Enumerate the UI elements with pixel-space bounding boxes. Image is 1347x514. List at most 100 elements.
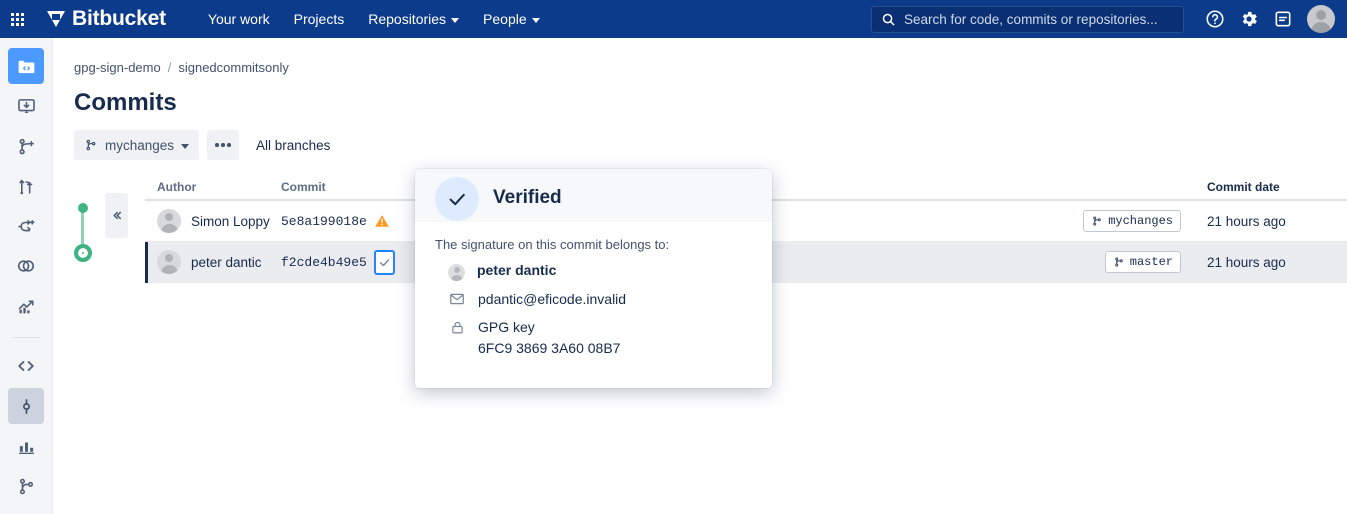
column-header-author: Author xyxy=(157,180,197,194)
page-title: Commits xyxy=(74,89,177,116)
sidebar-item-pull-request[interactable] xyxy=(8,168,44,204)
bitbucket-logo[interactable]: Bitbucket xyxy=(47,7,166,31)
sidebar-item-repository[interactable] xyxy=(8,48,44,84)
branch-icon xyxy=(86,139,96,151)
create-branch-icon xyxy=(19,138,34,154)
search-icon xyxy=(882,13,895,26)
bitbucket-bucket-icon xyxy=(47,11,65,27)
popup-email-row: pdantic@eficode.invalid xyxy=(435,289,752,309)
popup-title: Verified xyxy=(493,186,562,208)
verified-signature-popup: Verified The signature on this commit be… xyxy=(415,169,772,388)
branch-tag-label: mychanges xyxy=(1108,214,1173,228)
lock-icon xyxy=(448,318,466,336)
sidebar-item-source[interactable] xyxy=(8,348,44,384)
clone-icon xyxy=(17,98,35,113)
branch-tag[interactable]: master xyxy=(1104,251,1181,273)
main-content: gpg-sign-demo / signedcommitsonly Commit… xyxy=(53,38,1347,514)
avatar[interactable] xyxy=(1307,5,1335,33)
breadcrumb-repo[interactable]: signedcommitsonly xyxy=(178,60,289,75)
source-code-icon xyxy=(18,361,34,371)
gpg-key-label: GPG key xyxy=(478,319,535,336)
brand-name: Bitbucket xyxy=(72,7,166,30)
gpg-key-block: GPG key 6FC9 3869 3A60 08B7 xyxy=(478,317,620,358)
sidebar-item-clone[interactable] xyxy=(8,88,44,124)
cell-date: 21 hours ago xyxy=(1207,254,1286,270)
cell-commit: f2cde4b49e5 xyxy=(281,249,416,275)
repository-icon xyxy=(18,60,34,73)
check-icon xyxy=(449,193,465,205)
sidebar-item-reports[interactable] xyxy=(8,428,44,464)
branches-icon xyxy=(19,478,33,494)
commits-toolbar: mychanges All branches xyxy=(74,130,330,160)
more-options-button[interactable] xyxy=(207,130,240,160)
author-name: peter dantic xyxy=(191,254,262,270)
chevron-down-icon xyxy=(451,17,460,23)
branch-tag-label: master xyxy=(1129,255,1173,269)
cell-tags: master xyxy=(1037,251,1207,273)
popup-signer-row: peter dantic xyxy=(435,262,752,281)
settings-icon[interactable] xyxy=(1233,3,1265,35)
branch-icon xyxy=(1093,216,1102,226)
verified-signature-badge[interactable] xyxy=(373,249,395,275)
collapse-graph-button[interactable] xyxy=(105,193,128,238)
warning-icon[interactable] xyxy=(374,213,390,229)
avatar xyxy=(448,264,465,281)
sidebar-item-commits[interactable] xyxy=(8,388,44,424)
email-icon xyxy=(448,290,466,308)
nav-item-projects[interactable]: Projects xyxy=(284,5,355,33)
sidebar-item-create-branch[interactable] xyxy=(8,128,44,164)
help-icon[interactable] xyxy=(1199,3,1231,35)
cell-author: Simon Loppy xyxy=(145,209,281,233)
gpg-key-value: 6FC9 3869 3A60 08B7 xyxy=(478,339,621,356)
branch-selector-button[interactable]: mychanges xyxy=(74,130,200,160)
nav-label: Repositories xyxy=(368,11,447,27)
popup-body: The signature on this commit belongs to:… xyxy=(415,222,772,388)
app-switcher-icon[interactable] xyxy=(0,0,34,38)
nav-item-repositories[interactable]: Repositories xyxy=(358,5,469,33)
commit-hash[interactable]: 5e8a199018e xyxy=(281,214,367,229)
pipelines-icon xyxy=(17,260,35,272)
breadcrumb-project[interactable]: gpg-sign-demo xyxy=(74,60,161,75)
nav-label: Projects xyxy=(293,11,345,27)
graph-node-top xyxy=(77,203,88,213)
commit-hash[interactable]: f2cde4b49e5 xyxy=(281,255,367,270)
deployments-icon xyxy=(18,299,34,313)
cell-author: peter dantic xyxy=(145,250,281,274)
primary-nav-links: Your work Projects Repositories People xyxy=(198,5,550,33)
chevron-down-icon xyxy=(531,17,540,23)
branch-tag[interactable]: mychanges xyxy=(1083,210,1181,232)
sidebar-item-branches[interactable] xyxy=(8,468,44,504)
chevron-down-icon xyxy=(181,143,190,149)
merge-icon xyxy=(17,219,35,231)
cell-tags: mychanges xyxy=(1037,210,1207,232)
commits-icon xyxy=(22,398,30,414)
sidebar-item-deployments[interactable] xyxy=(8,288,44,324)
cell-date: 21 hours ago xyxy=(1207,213,1286,229)
bar-chart-icon xyxy=(18,441,34,454)
verified-icon xyxy=(435,176,479,221)
sidebar-item-merge[interactable] xyxy=(8,208,44,244)
signer-name: peter dantic xyxy=(477,262,557,278)
breadcrumb-separator: / xyxy=(167,60,172,75)
search-input[interactable]: Search for code, commits or repositories… xyxy=(871,5,1184,33)
popup-gpg-row: GPG key 6FC9 3869 3A60 08B7 xyxy=(435,317,752,358)
nav-label: People xyxy=(483,11,527,27)
breadcrumb: gpg-sign-demo / signedcommitsonly xyxy=(74,60,289,75)
signer-email: pdantic@eficode.invalid xyxy=(478,291,627,307)
all-branches-link[interactable]: All branches xyxy=(256,138,330,153)
nav-item-people[interactable]: People xyxy=(473,5,550,33)
notifications-icon[interactable] xyxy=(1267,3,1299,35)
nav-item-your-work[interactable]: Your work xyxy=(198,5,280,33)
author-name: Simon Loppy xyxy=(191,213,270,229)
double-chevron-left-icon xyxy=(113,211,121,220)
top-nav-right-group: Search for code, commits or repositories… xyxy=(871,0,1347,38)
left-sidebar-rail xyxy=(0,38,53,514)
nav-label: Your work xyxy=(207,11,270,27)
grid-dots xyxy=(10,12,24,26)
column-header-date: Commit date xyxy=(1207,180,1280,194)
top-navigation-bar: Bitbucket Your work Projects Repositorie… xyxy=(0,0,1347,38)
sidebar-item-pipelines[interactable] xyxy=(8,248,44,284)
graph-node-selected xyxy=(74,244,92,262)
search-placeholder: Search for code, commits or repositories… xyxy=(904,11,1158,27)
branch-icon xyxy=(1114,257,1123,267)
